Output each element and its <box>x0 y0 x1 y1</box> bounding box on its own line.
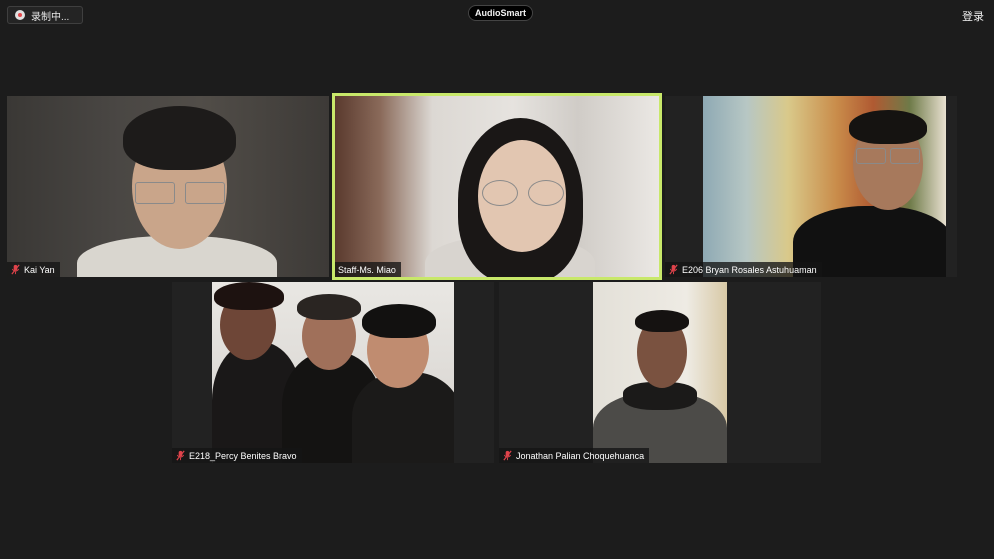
participant-name: Jonathan Palian Choquehuanca <box>516 450 645 461</box>
mic-muted-icon <box>669 264 678 275</box>
login-button[interactable]: 登录 <box>962 8 984 24</box>
app-badge: AudioSmart <box>468 5 534 21</box>
participant-name: E218_Percy Benites Bravo <box>189 450 297 461</box>
participant-video <box>703 96 946 277</box>
participant-name-plate: E206 Bryan Rosales Astuhuaman <box>665 262 822 277</box>
video-tile-ms-miao[interactable]: Staff-Ms. Miao <box>332 93 662 280</box>
participant-name-plate: Kai Yan <box>7 262 60 277</box>
recording-label: 录制中... <box>31 11 70 23</box>
participant-name: E206 Bryan Rosales Astuhuaman <box>682 264 817 275</box>
participant-name-plate: Jonathan Palian Choquehuanca <box>499 448 650 463</box>
video-tile-percy-benites[interactable]: E218_Percy Benites Bravo <box>172 282 494 463</box>
participant-video <box>212 282 454 463</box>
participant-video <box>7 96 329 277</box>
video-tile-bryan-rosales[interactable]: E206 Bryan Rosales Astuhuaman <box>665 96 957 277</box>
participant-video <box>593 282 727 463</box>
participant-name-plate: Staff-Ms. Miao <box>335 262 401 277</box>
mic-muted-icon <box>503 450 512 461</box>
participant-name-plate: E218_Percy Benites Bravo <box>172 448 302 463</box>
mic-muted-icon <box>176 450 185 461</box>
participant-name: Kai Yan <box>24 264 55 275</box>
record-icon <box>15 10 25 20</box>
video-tile-jonathan-palian[interactable]: Jonathan Palian Choquehuanca <box>499 282 821 463</box>
video-tile-kai-yan[interactable]: Kai Yan <box>7 96 329 277</box>
mic-muted-icon <box>11 264 20 275</box>
participant-name: Staff-Ms. Miao <box>338 264 396 275</box>
recording-indicator[interactable]: 录制中... <box>7 6 83 24</box>
participant-video <box>335 96 659 277</box>
